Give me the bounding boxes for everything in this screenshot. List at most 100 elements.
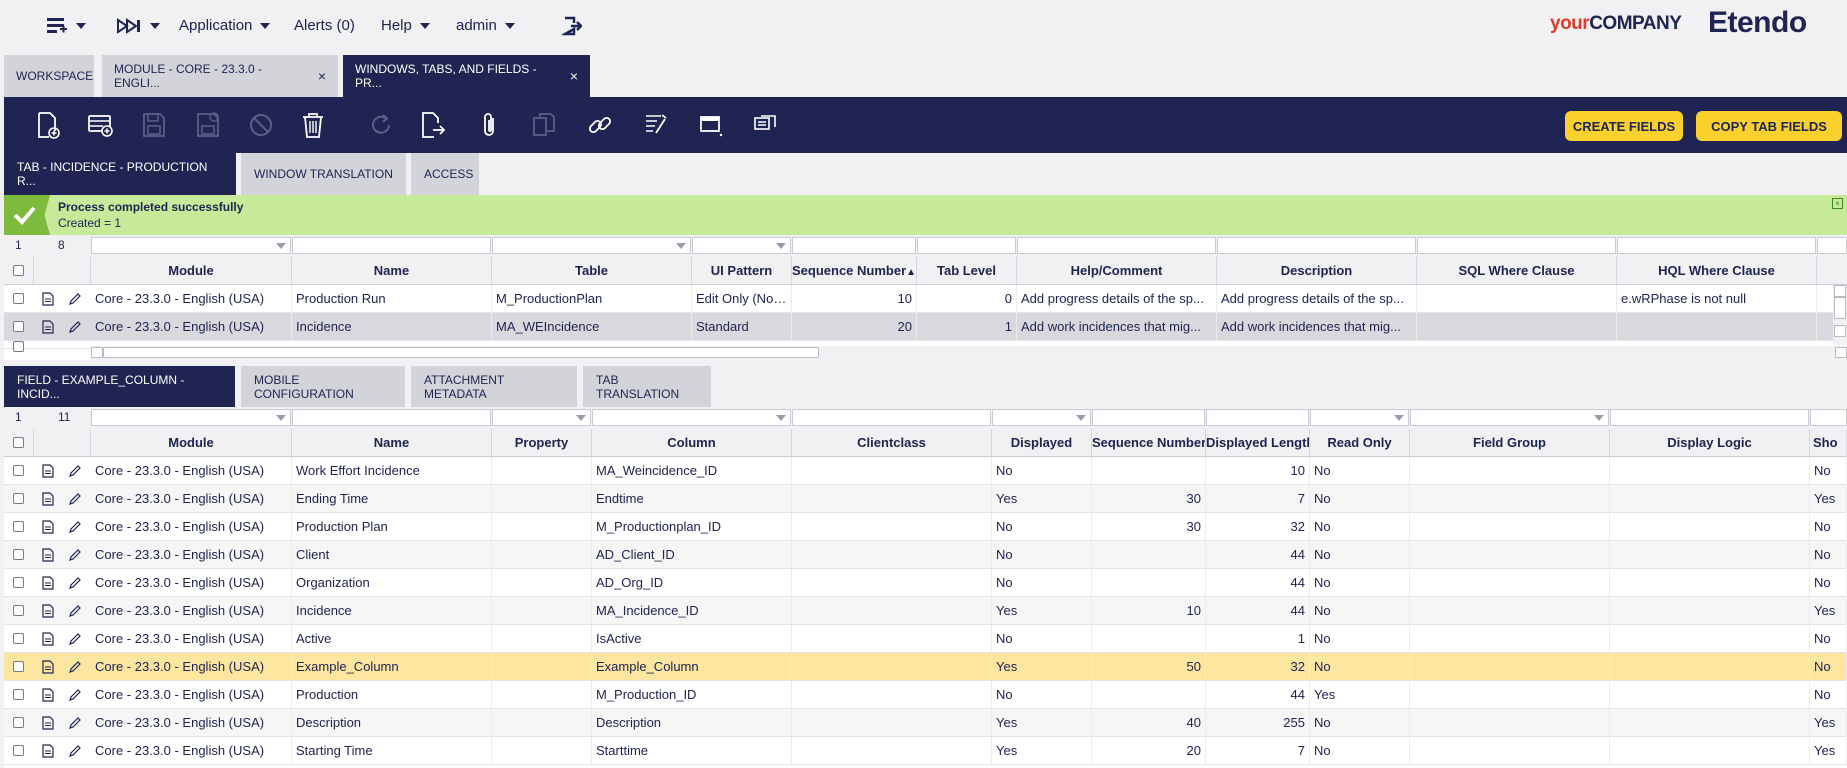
column-header[interactable]: Displayed [992, 429, 1092, 457]
column-header[interactable]: Column [592, 429, 792, 457]
name-filter[interactable] [292, 237, 491, 254]
user-menu[interactable]: admin [456, 17, 515, 34]
scroll-up-button[interactable] [1834, 285, 1846, 297]
tab-workspace[interactable]: WORKSPACE [4, 55, 94, 97]
pencil-icon[interactable] [68, 688, 82, 702]
notes-button[interactable] [753, 111, 779, 139]
table-row[interactable]: Core - 23.3.0 - English (USA) Ending Time… [4, 485, 1847, 513]
tab-mobile-configuration[interactable]: MOBILE CONFIGURATION [241, 366, 405, 408]
column-header[interactable]: UI Pattern [692, 257, 792, 285]
row-checkbox[interactable] [13, 689, 24, 700]
sequence-number-filter[interactable] [1092, 409, 1205, 426]
help-menu[interactable]: Help [381, 17, 430, 34]
column-header[interactable]: Name [292, 429, 492, 457]
logout-button[interactable] [562, 16, 582, 36]
tab-module-core[interactable]: MODULE - CORE - 23.3.0 - ENGLI... × [102, 55, 338, 97]
tab-window-translation[interactable]: WINDOW TRANSLATION [241, 153, 406, 195]
quick-launch-button[interactable] [116, 18, 160, 34]
column-header[interactable]: Property [492, 429, 592, 457]
column-header[interactable]: Tab Level [917, 257, 1017, 285]
document-icon[interactable] [41, 688, 55, 702]
tab-windows-tabs-fields[interactable]: WINDOWS, TABS, AND FIELDS - PR... × [343, 55, 590, 97]
sequence-number-filter[interactable] [792, 237, 916, 254]
refresh-button[interactable] [368, 111, 394, 139]
document-icon[interactable] [41, 492, 55, 506]
vertical-scrollbar[interactable] [1833, 285, 1847, 345]
scroll-thumb[interactable] [1834, 297, 1846, 319]
row-checkbox[interactable] [13, 661, 24, 672]
pencil-icon[interactable] [68, 320, 82, 334]
save-button[interactable] [141, 111, 167, 139]
delete-button[interactable] [300, 111, 326, 139]
document-icon[interactable] [41, 292, 55, 306]
pencil-icon[interactable] [68, 464, 82, 478]
document-icon[interactable] [41, 604, 55, 618]
column-header[interactable]: SQL Where Clause [1417, 257, 1617, 285]
table-row[interactable]: Core - 23.3.0 - English (USA) Description… [4, 709, 1847, 737]
document-icon[interactable] [41, 520, 55, 534]
clientclass-filter[interactable] [792, 409, 991, 426]
column-header[interactable]: Description [1217, 257, 1417, 285]
document-icon[interactable] [41, 716, 55, 730]
table-row[interactable]: Core - 23.3.0 - English (USA) Work Effort… [4, 457, 1847, 485]
tab-level-filter[interactable] [917, 237, 1016, 254]
module-filter[interactable] [91, 409, 291, 426]
table-row[interactable]: Core - 23.3.0 - English (USA) Incidence MA… [4, 313, 1847, 341]
scroll-left-button[interactable] [91, 347, 103, 358]
row-checkbox[interactable] [13, 321, 24, 332]
pencil-icon[interactable] [68, 744, 82, 758]
table-row[interactable]: Core - 23.3.0 - English (USA) Production … [4, 513, 1847, 541]
column-header[interactable]: Clientclass [792, 429, 992, 457]
sql-where-filter[interactable] [1417, 237, 1616, 254]
document-icon[interactable] [41, 632, 55, 646]
table-row[interactable]: Core - 23.3.0 - English (USA) Production M… [4, 681, 1847, 709]
row-checkbox[interactable] [13, 521, 24, 532]
document-icon[interactable] [41, 548, 55, 562]
column-header[interactable]: Field Group [1410, 429, 1610, 457]
table-row[interactable]: Core - 23.3.0 - English (USA) Client AD_Cl… [4, 541, 1847, 569]
help-comment-filter[interactable] [1017, 237, 1216, 254]
audit-trail-button[interactable] [643, 111, 669, 139]
extra-filter[interactable] [1817, 237, 1847, 254]
column-header[interactable]: Read Only [1310, 429, 1410, 457]
column-header-sorted[interactable]: Sequence Number▲ [792, 257, 917, 285]
column-header[interactable]: Table [492, 257, 692, 285]
document-icon[interactable] [41, 660, 55, 674]
close-icon[interactable]: × [1832, 198, 1843, 209]
pencil-icon[interactable] [68, 604, 82, 618]
hql-where-filter[interactable] [1617, 237, 1816, 254]
description-filter[interactable] [1217, 237, 1416, 254]
document-icon[interactable] [41, 744, 55, 758]
table-row[interactable]: Core - 23.3.0 - English (USA) Example_Col… [4, 653, 1847, 681]
name-filter[interactable] [292, 409, 491, 426]
form-grid-toggle-button[interactable] [698, 111, 724, 139]
row-checkbox[interactable] [13, 633, 24, 644]
scroll-thumb[interactable] [103, 347, 819, 358]
table-row[interactable]: Core - 23.3.0 - English (USA) Starting Ti… [4, 737, 1847, 765]
ui-pattern-filter[interactable] [692, 237, 791, 254]
table-filter[interactable] [492, 237, 691, 254]
column-header[interactable]: Display Logic [1610, 429, 1810, 457]
row-checkbox[interactable] [13, 293, 24, 304]
new-row-button[interactable] [87, 111, 113, 139]
create-fields-button[interactable]: CREATE FIELDS [1565, 111, 1683, 141]
pencil-icon[interactable] [68, 520, 82, 534]
select-all-checkbox[interactable] [13, 265, 24, 276]
undo-button[interactable] [248, 111, 274, 139]
scroll-right-button[interactable] [1835, 347, 1847, 358]
document-icon[interactable] [41, 320, 55, 334]
column-header[interactable]: Name [292, 257, 492, 285]
table-row[interactable]: Core - 23.3.0 - English (USA) Organizatio… [4, 569, 1847, 597]
row-checkbox[interactable] [13, 465, 24, 476]
pencil-icon[interactable] [68, 716, 82, 730]
row-checkbox[interactable] [13, 717, 24, 728]
select-all-checkbox[interactable] [13, 437, 24, 448]
row-checkbox[interactable] [13, 605, 24, 616]
pencil-icon[interactable] [68, 660, 82, 674]
pencil-icon[interactable] [68, 492, 82, 506]
module-filter[interactable] [91, 237, 291, 254]
select-all-header[interactable] [4, 257, 34, 285]
column-header[interactable]: HQL Where Clause [1617, 257, 1817, 285]
link-button[interactable] [587, 111, 613, 139]
pencil-icon[interactable] [68, 292, 82, 306]
